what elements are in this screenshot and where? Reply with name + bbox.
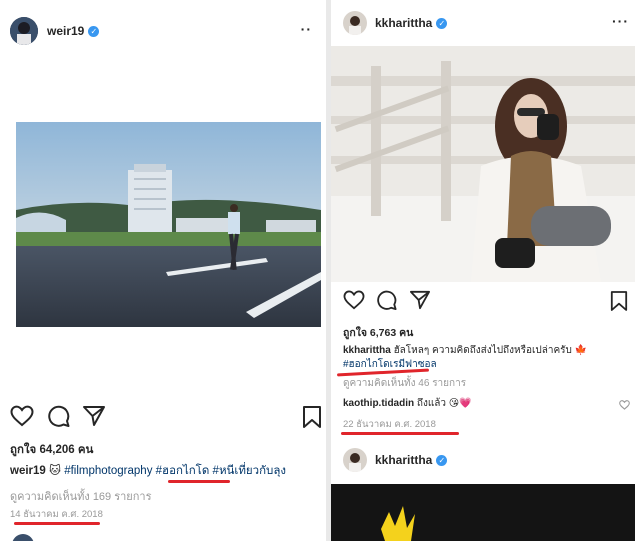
hashtag-link[interactable]: #ฮอกไกโด [156, 465, 210, 477]
username[interactable]: kkharittha [375, 16, 432, 30]
view-comments-link[interactable]: ดูความคิดเห็นทั้ง 169 รายการ [10, 487, 152, 505]
comment-icon[interactable] [47, 405, 71, 432]
next-avatar[interactable] [12, 534, 34, 541]
caption-username[interactable]: kkharittha [343, 345, 391, 356]
post-header: kkharittha ✓ ··· [331, 10, 635, 36]
verified-icon: ✓ [436, 17, 448, 29]
avatar-image [343, 11, 367, 35]
hashtag-link[interactable]: #หนีเที่ยวกับลุง [213, 465, 286, 477]
action-bar [0, 405, 326, 431]
heart-icon[interactable] [343, 290, 365, 315]
next-post-header: kkharittha ✓ [331, 447, 635, 473]
avatar[interactable] [343, 11, 367, 35]
red-underline [341, 432, 459, 435]
post-header: weir19 ✓ ·· [0, 16, 326, 46]
caption: weir19 🐱 #filmphotography #ฮอกไกโด #หนีเ… [10, 462, 286, 480]
right-post: kkharittha ✓ ··· ถูกใจ 6,763 คน kkharitt… [331, 0, 635, 541]
more-options-icon[interactable]: ··· [612, 13, 629, 29]
photo-image [331, 484, 635, 541]
share-icon[interactable] [409, 290, 431, 315]
post-date[interactable]: 14 ธันวาคม ค.ศ. 2018 [10, 507, 103, 522]
caption: kkharittha ฮัลโหลๆ ความคิดถึงส่งไปถึงหรื… [343, 343, 587, 358]
comment-like-icon[interactable] [619, 397, 630, 415]
avatar-image [10, 17, 38, 45]
comment-text: ถึงแล้ว 😘💗 [416, 398, 472, 409]
likes-count[interactable]: ถูกใจ 64,206 คน [10, 441, 93, 459]
left-post: weir19 ✓ ·· ถูกใจ 64,206 คน weir19 🐱 #fi… [0, 0, 326, 541]
red-underline [14, 522, 100, 525]
view-comments-link[interactable]: ดูความคิดเห็นทั้ง 46 รายการ [343, 376, 466, 391]
next-post-photo[interactable] [331, 484, 635, 541]
more-options-icon[interactable]: ·· [301, 21, 312, 37]
likes-count[interactable]: ถูกใจ 6,763 คน [343, 324, 413, 341]
avatar-image [343, 448, 367, 472]
verified-icon: ✓ [88, 25, 100, 37]
verified-icon: ✓ [436, 454, 448, 466]
photo-image [16, 122, 321, 327]
post-photo[interactable] [16, 122, 321, 327]
caption-text: ฮัลโหลๆ ความคิดถึงส่งไปถึงหรือเปล่าครับ … [393, 345, 588, 356]
bookmark-icon[interactable] [610, 290, 628, 317]
hashtag-link[interactable]: #filmphotography [64, 465, 152, 477]
action-bar [331, 290, 635, 316]
red-underline [168, 480, 230, 483]
photo-image [331, 46, 635, 282]
comment-username[interactable]: kaothip.tidadin [343, 398, 414, 409]
comment-row: kaothip.tidadin ถึงแล้ว 😘💗 [343, 396, 472, 411]
caption-emoji: 🐱 [49, 465, 62, 477]
heart-icon[interactable] [10, 405, 34, 432]
username[interactable]: kkharittha [375, 453, 432, 467]
comment-icon[interactable] [376, 290, 398, 315]
share-icon[interactable] [82, 405, 106, 432]
bookmark-icon[interactable] [302, 405, 322, 434]
avatar[interactable] [10, 17, 38, 45]
caption-username[interactable]: weir19 [10, 465, 46, 477]
post-photo[interactable] [331, 46, 635, 282]
avatar[interactable] [343, 448, 367, 472]
username[interactable]: weir19 [47, 24, 84, 38]
post-date[interactable]: 22 ธันวาคม ค.ศ. 2018 [343, 417, 436, 432]
